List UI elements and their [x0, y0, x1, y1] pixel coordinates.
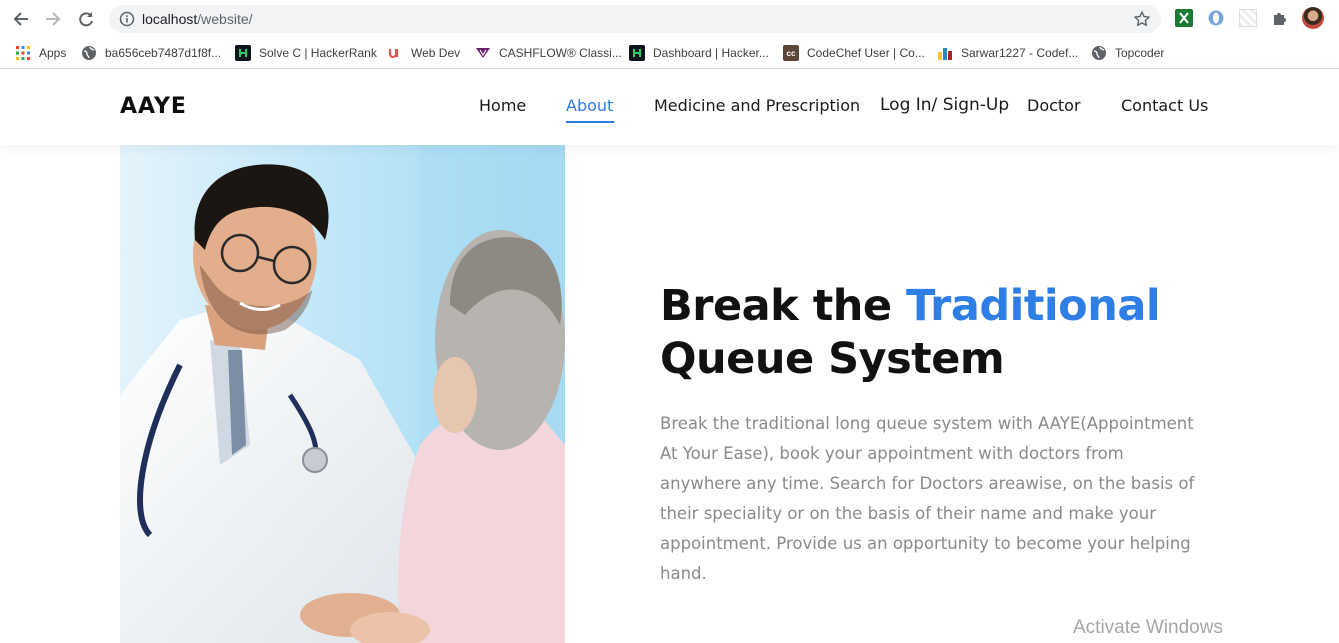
- bookmark-item[interactable]: CASHFLOW® Classi...: [475, 44, 622, 62]
- nav-medicine-prescription[interactable]: Medicine and Prescription: [654, 96, 860, 115]
- bookmark-label: Dashboard | Hacker...: [653, 46, 769, 60]
- bookmark-item[interactable]: ba656ceb7487d1f8f...: [81, 44, 221, 62]
- nav-login-signup[interactable]: Log In/ Sign-Up: [880, 95, 1009, 115]
- bookmark-star-icon[interactable]: [1133, 10, 1151, 33]
- bookmark-label: Web Dev: [411, 46, 461, 60]
- nav-contact-us[interactable]: Contact Us: [1121, 96, 1208, 115]
- nav-home[interactable]: Home: [479, 96, 526, 115]
- hero-headline: Break the Traditional Queue System: [660, 280, 1161, 386]
- bookmark-item[interactable]: cc CodeChef User | Co...: [783, 44, 925, 62]
- bookmark-label: Sarwar1227 - Codef...: [961, 46, 1079, 60]
- hero-description: Break the traditional long queue system …: [660, 414, 1195, 583]
- apps-grid-icon: [15, 45, 31, 61]
- bookmark-item[interactable]: Sarwar1227 - Codef...: [937, 44, 1078, 62]
- opera-extension-icon[interactable]: [1207, 9, 1225, 27]
- excel-extension-icon[interactable]: [1175, 9, 1193, 27]
- url-path: /website/: [197, 11, 253, 27]
- hackerrank-icon: [235, 45, 251, 61]
- profile-avatar[interactable]: [1302, 7, 1324, 29]
- bookmark-label: Solve C | HackerRank: [259, 46, 377, 60]
- udemy-icon: [387, 45, 403, 61]
- reload-icon[interactable]: [75, 8, 97, 30]
- bookmark-item[interactable]: Dashboard | Hacker...: [629, 44, 769, 62]
- nav-about[interactable]: About: [566, 96, 613, 115]
- extensions-puzzle-icon[interactable]: [1271, 9, 1289, 27]
- bookmark-label: ba656ceb7487d1f8f...: [105, 46, 222, 60]
- cashflow-icon: [475, 45, 491, 61]
- url-text[interactable]: localhost/website/: [142, 11, 253, 27]
- bookmarks-bar: Apps ba656ceb7487d1f8f... Solve C | Hack…: [0, 37, 1339, 69]
- bookmark-label: Apps: [39, 46, 67, 60]
- codeforces-icon: [937, 45, 953, 61]
- address-bar[interactable]: localhost/website/: [109, 5, 1161, 33]
- codechef-icon: cc: [783, 45, 799, 61]
- headline-line2: Queue System: [660, 334, 1005, 384]
- bookmark-label: CASHFLOW® Classi...: [499, 46, 622, 60]
- info-icon[interactable]: [119, 11, 135, 32]
- globe-icon: [81, 45, 97, 61]
- bookmark-item[interactable]: Solve C | HackerRank: [235, 44, 377, 62]
- nav-doctor[interactable]: Doctor: [1027, 96, 1081, 115]
- bookmark-item[interactable]: Topcoder: [1091, 44, 1164, 62]
- browser-toolbar: localhost/website/: [0, 0, 1339, 37]
- headline-accent: Traditional: [906, 281, 1161, 331]
- nav-active-underline: [566, 121, 614, 123]
- back-arrow-icon[interactable]: [10, 8, 32, 30]
- url-host: localhost: [142, 11, 198, 27]
- activate-windows-watermark: Activate Windows: [1073, 617, 1223, 638]
- bookmark-label: Topcoder: [1115, 46, 1165, 60]
- globe-icon: [1091, 45, 1107, 61]
- headline-part1: Break the: [660, 281, 907, 331]
- site-header: AAYE Home About Medicine and Prescriptio…: [0, 70, 1339, 145]
- bookmark-label: CodeChef User | Co...: [807, 46, 925, 60]
- bookmark-apps[interactable]: Apps: [15, 44, 66, 62]
- hackerrank-icon: [629, 45, 645, 61]
- forward-arrow-icon[interactable]: [42, 8, 64, 30]
- site-logo[interactable]: AAYE: [120, 94, 187, 119]
- bookmark-item[interactable]: Web Dev: [387, 44, 460, 62]
- grid-extension-icon[interactable]: [1239, 9, 1257, 27]
- hero-doctor-patient-image: [120, 145, 565, 643]
